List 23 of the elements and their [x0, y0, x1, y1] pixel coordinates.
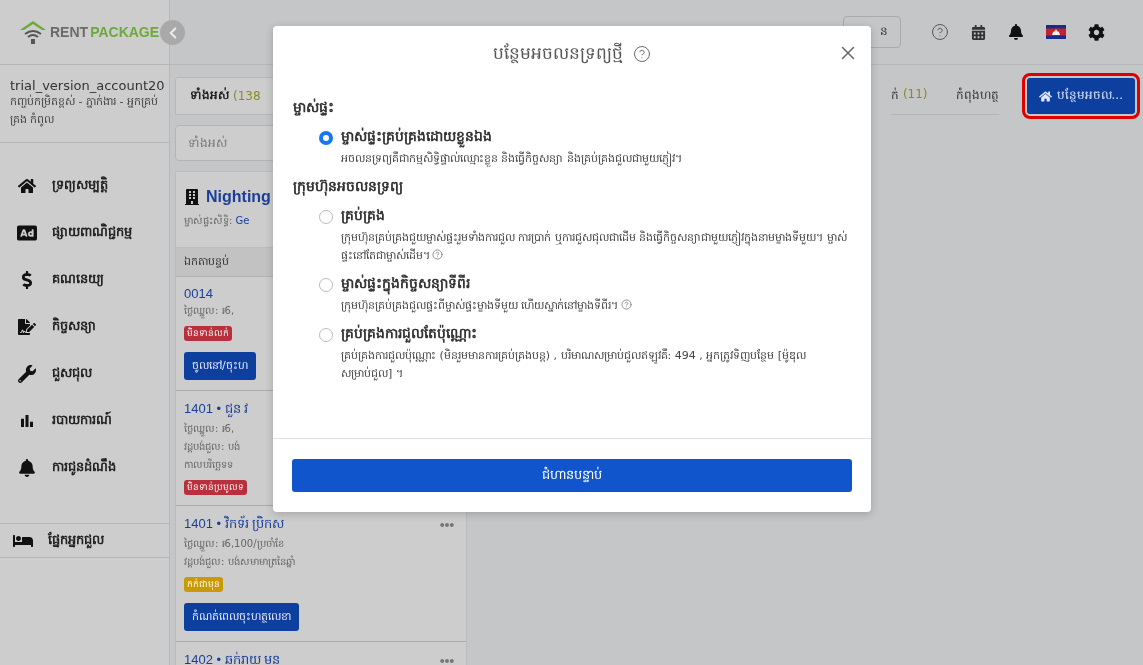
modal-title: បន្ថែមអចលនទ្រព្យថ្មី	[493, 41, 623, 66]
status-badge: មិនទាន់ប្រមូលទ	[184, 480, 247, 495]
option-description: ក្រុមហ៊ុនគ្រប់គ្រងជួលផ្ទះពីម្ចាស់ផ្ទះម្ខាងទីមួយ ហើយស្នាក់នៅម្ខាងទីពីរ។	[341, 297, 632, 316]
option-label: គ្រប់គ្រងការជួលតែប៉ុណ្ណោះ	[341, 323, 478, 345]
tab-count: (138	[233, 89, 261, 103]
section-heading: ក្រុមហ៊ុនអចលនទ្រព្យ	[293, 176, 404, 198]
section-heading: ម្ចាស់ផ្ទះ	[293, 98, 335, 118]
unit-detail: ថ្លៃឈ្នួល: ៛6,100/ប្រចាំខែ	[184, 537, 284, 552]
option-label: គ្រប់គ្រង	[341, 205, 386, 226]
unit-detail: ថ្លៃឈ្នួល: ៛6,	[184, 422, 235, 437]
logo-text: PACKAGE	[90, 24, 160, 40]
owner-text: ម្ចាស់ផ្ទះសិទ្ធិ: Ge	[184, 214, 250, 229]
unit-detail: វដ្តបង់ជួល: បង់	[184, 440, 240, 455]
status-badge: មិនទាន់លក់	[184, 326, 232, 341]
unit-detail: កាលបរិច្ឆេទទ	[184, 458, 233, 473]
logo-text: RENT	[50, 24, 89, 40]
tab-label: ទាំងអស់	[190, 87, 229, 104]
status-badge: កក់ជាមុន	[184, 577, 223, 592]
option-label: ម្ចាស់ផ្ទះក្នុងកិច្ចសន្យាទីពីរ	[341, 274, 632, 296]
unit-detail: វដ្តបង់ជួល: បង់សមាមាត្រនៃឆ្នាំ	[184, 555, 295, 570]
option-description: គ្រប់គ្រងការជួលប៉ុណ្ណោះ (មិនរួមមានការគ្រប់គ្រងបន្ត) , បរិមាណសម្រាប់ជួលឥឡូវគឺ: 494 , អ្នកត្រូវទិញបន្ថែម [ម៉ូឌុលសម្រាប់ជួល] ។	[341, 347, 808, 383]
account-role: កញ្ចប់កម្រិតខ្ពស់ - ភ្នាក់ងារ - អ្នកគ្រប់គ្រង កំពូល	[10, 94, 158, 129]
unit-detail: ថ្លៃឈ្នួល: ៛6,	[184, 304, 235, 319]
